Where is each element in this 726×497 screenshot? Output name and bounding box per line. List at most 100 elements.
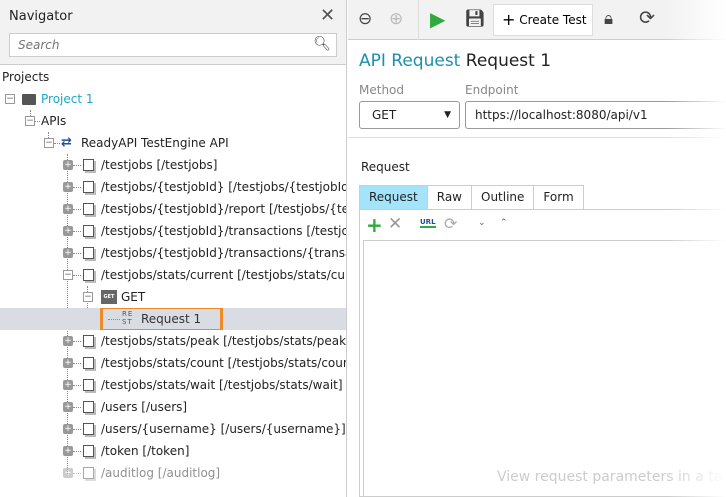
collapse-icon[interactable]: − <box>63 270 73 280</box>
resource-label: /testjobs/{testjobId}/transactions [/tes… <box>101 224 346 238</box>
move-up-icon[interactable]: ⌃ <box>500 218 508 228</box>
tab-form[interactable]: Form <box>533 185 584 210</box>
url-params-icon[interactable]: URL <box>420 218 436 228</box>
expand-icon[interactable]: + <box>63 402 73 412</box>
run-icon[interactable]: ▶ <box>430 7 445 31</box>
resource-icon <box>83 467 94 479</box>
resource-label: /testjobs [/testjobs] <box>101 158 218 172</box>
tree-item-resource[interactable]: + /testjobs/{testjobId}/report [/testjob… <box>0 198 346 220</box>
tree-item-resource[interactable]: + /token [/token] <box>0 440 346 462</box>
request-tabs: Request Raw Outline Form <box>359 185 584 210</box>
resource-icon <box>83 269 94 281</box>
request-editor: + ✕ URL ⟳ ⌄ ⌃ View request parameters in… <box>359 209 726 497</box>
back-icon[interactable]: ⊖ <box>358 9 372 29</box>
tree-item-method[interactable]: − GET GET <box>0 286 346 308</box>
resource-icon <box>83 445 94 457</box>
api-icon: ⇄ <box>61 135 72 150</box>
tree-item-resource[interactable]: + /testjobs/{testjobId}/transactions/{tr… <box>0 242 346 264</box>
method-label: Method <box>359 83 405 97</box>
tree-item-resource[interactable]: + /testjobs/stats/wait [/testjobs/stats/… <box>0 374 346 396</box>
tree-item-resource[interactable]: + /testjobs/stats/count [/testjobs/stats… <box>0 352 346 374</box>
editor-toolbar: + ✕ URL ⟳ ⌄ ⌃ <box>360 210 726 240</box>
toolbar: ⊖ ⊕ ▶ 💾︎ + Create Test 🔒︎ ⟳ <box>348 0 726 40</box>
section-title: Request <box>361 160 410 174</box>
tree-item-resource[interactable]: + /users/{username} [/users/{username}] <box>0 418 346 440</box>
resource-icon <box>83 247 94 259</box>
resource-icon <box>83 357 94 369</box>
collapse-icon[interactable]: − <box>44 138 54 148</box>
collapse-icon[interactable]: − <box>5 94 15 104</box>
expand-icon[interactable]: + <box>63 358 73 368</box>
tree-item-resource[interactable]: + /users [/users] <box>0 396 346 418</box>
method-label: GET <box>121 290 146 304</box>
resource-icon <box>83 335 94 347</box>
resource-label: /testjobs/{testjobId}/transactions/{tran… <box>101 246 346 260</box>
resource-label: /auditlog [/auditlog] <box>101 466 221 480</box>
expand-icon[interactable]: + <box>63 468 73 478</box>
tree-item-resource[interactable]: + /testjobs [/testjobs] <box>0 154 346 176</box>
tree-item-resource[interactable]: + /auditlog [/auditlog] <box>0 462 346 484</box>
tree-item-resource[interactable]: + /testjobs/stats/peak [/testjobs/stats/… <box>0 330 346 352</box>
resource-icon <box>83 379 94 391</box>
page-title: API Request Request 1 <box>359 51 551 71</box>
tree-item-resource[interactable]: − /testjobs/stats/current [/testjobs/sta… <box>0 264 346 286</box>
tree-item-request[interactable]: RE ST Request 1 <box>0 308 346 330</box>
resource-label: /users [/users] <box>101 400 188 414</box>
navigator-title: Navigator <box>9 9 73 24</box>
resource-icon <box>83 203 94 215</box>
expand-icon[interactable]: + <box>63 226 73 236</box>
resource-icon <box>83 423 94 435</box>
tree-item-project[interactable]: − Project 1 <box>0 88 346 110</box>
folder-icon <box>22 94 36 105</box>
plus-icon: + <box>502 10 516 29</box>
endpoint-label: Endpoint <box>465 83 519 97</box>
expand-icon[interactable]: + <box>63 204 73 214</box>
collapse-icon[interactable]: − <box>25 116 35 126</box>
expand-icon[interactable]: + <box>63 160 73 170</box>
search-icon[interactable]: 🔍︎ <box>313 36 331 52</box>
close-icon[interactable]: ✕ <box>320 5 335 26</box>
resource-label: /testjobs/{testjobId} [/testjobs/{testjo… <box>101 180 346 194</box>
lock-icon[interactable]: 🔒︎ <box>604 9 613 29</box>
hint-text: View request parameters in a ta <box>497 469 723 485</box>
search-input[interactable] <box>10 34 300 56</box>
tab-outline[interactable]: Outline <box>471 185 535 210</box>
tree-item-resource[interactable]: + /testjobs/{testjobId} [/testjobs/{test… <box>0 176 346 198</box>
get-method-icon: GET <box>101 290 117 304</box>
method-select[interactable]: GET ▼ <box>359 101 460 129</box>
expand-icon[interactable]: + <box>63 446 73 456</box>
tree-item-resource[interactable]: + /testjobs/{testjobId}/transactions [/t… <box>0 220 346 242</box>
refresh-icon[interactable]: ⟳ <box>639 7 655 29</box>
resource-label: /token [/token] <box>101 444 190 458</box>
resource-label: /testjobs/stats/count [/testjobs/stats/c… <box>101 356 346 370</box>
save-icon[interactable]: 💾︎ <box>464 9 486 29</box>
move-down-icon[interactable]: ⌄ <box>478 218 486 228</box>
resource-label: /testjobs/{testjobId}/report [/testjobs/… <box>101 202 346 216</box>
expand-icon[interactable]: + <box>63 380 73 390</box>
tree-item-apis[interactable]: − APIs <box>0 110 346 132</box>
expand-icon[interactable]: + <box>63 336 73 346</box>
chevron-down-icon: ▼ <box>444 110 451 120</box>
forward-icon[interactable]: ⊕ <box>389 9 403 29</box>
collapse-icon[interactable]: − <box>83 292 93 302</box>
delete-icon[interactable]: ✕ <box>388 214 402 234</box>
projects-label: Projects <box>2 70 50 84</box>
tab-raw[interactable]: Raw <box>426 185 472 210</box>
expand-icon[interactable]: + <box>63 248 73 258</box>
method-value: GET <box>372 108 397 122</box>
tab-request[interactable]: Request <box>359 185 428 210</box>
request-name: Request 1 <box>465 51 552 71</box>
endpoint-input[interactable]: https://localhost:8080/api/v1 <box>465 101 726 129</box>
create-test-button[interactable]: + Create Test <box>493 4 593 36</box>
highlight-box <box>100 308 223 330</box>
request-kind: API Request <box>359 51 461 71</box>
add-icon[interactable]: + <box>366 213 383 237</box>
search-box: 🔍︎ <box>9 33 337 57</box>
sync-icon[interactable]: ⟳ <box>444 214 457 233</box>
resource-icon <box>83 181 94 193</box>
navigator-header: Navigator ✕ 🔍︎ <box>0 0 346 65</box>
expand-icon[interactable]: + <box>63 182 73 192</box>
expand-icon[interactable]: + <box>63 424 73 434</box>
tree-item-api[interactable]: − ⇄ ReadyAPI TestEngine API <box>0 132 346 154</box>
api-label: ReadyAPI TestEngine API <box>81 136 229 150</box>
